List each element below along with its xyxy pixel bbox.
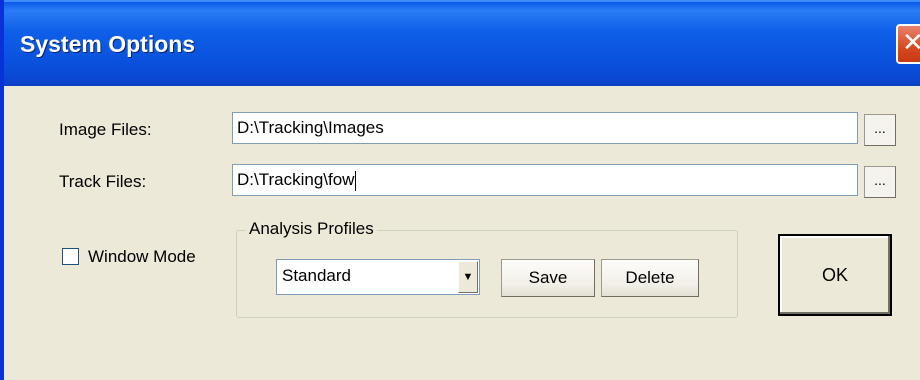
analysis-profiles-title: Analysis Profiles bbox=[246, 219, 377, 239]
browse-button-label: ... bbox=[874, 120, 886, 136]
close-button[interactable]: ✕ bbox=[896, 24, 920, 64]
ok-button-label: OK bbox=[821, 265, 848, 285]
image-files-browse-button[interactable]: ... bbox=[864, 114, 896, 146]
window-mode-label[interactable]: Window Mode bbox=[88, 247, 196, 267]
close-icon: ✕ bbox=[902, 28, 920, 58]
track-files-input[interactable]: D:\Tracking\fow bbox=[232, 164, 858, 196]
dialog-title: System Options bbox=[20, 31, 196, 57]
delete-profile-button[interactable]: Delete bbox=[601, 259, 699, 297]
image-files-label: Image Files: bbox=[59, 120, 152, 139]
save-profile-button[interactable]: Save bbox=[501, 259, 595, 297]
image-files-input[interactable]: D:\Tracking\Images bbox=[232, 112, 858, 144]
image-files-value: D:\Tracking\Images bbox=[237, 118, 384, 137]
text-caret bbox=[355, 170, 357, 191]
dialog-body: Image Files: D:\Tracking\Images ... Trac… bbox=[8, 86, 920, 380]
track-files-label: Track Files: bbox=[59, 172, 147, 191]
system-options-dialog: System Options ✕ Image Files: D:\Trackin… bbox=[0, 0, 920, 380]
browse-button-label: ... bbox=[874, 172, 886, 188]
profile-dropdown[interactable]: Standard ▼ bbox=[276, 259, 480, 295]
window-mode-checkbox[interactable] bbox=[62, 248, 79, 265]
delete-profile-label: Delete bbox=[625, 268, 675, 287]
profile-dropdown-value: Standard bbox=[282, 266, 351, 285]
track-files-value: D:\Tracking\fow bbox=[237, 170, 355, 189]
save-profile-label: Save bbox=[528, 268, 568, 287]
chevron-down-icon[interactable]: ▼ bbox=[458, 261, 478, 293]
ok-button[interactable]: OK bbox=[778, 234, 892, 316]
title-bar[interactable]: System Options ✕ bbox=[4, 0, 920, 86]
track-files-browse-button[interactable]: ... bbox=[864, 166, 896, 198]
